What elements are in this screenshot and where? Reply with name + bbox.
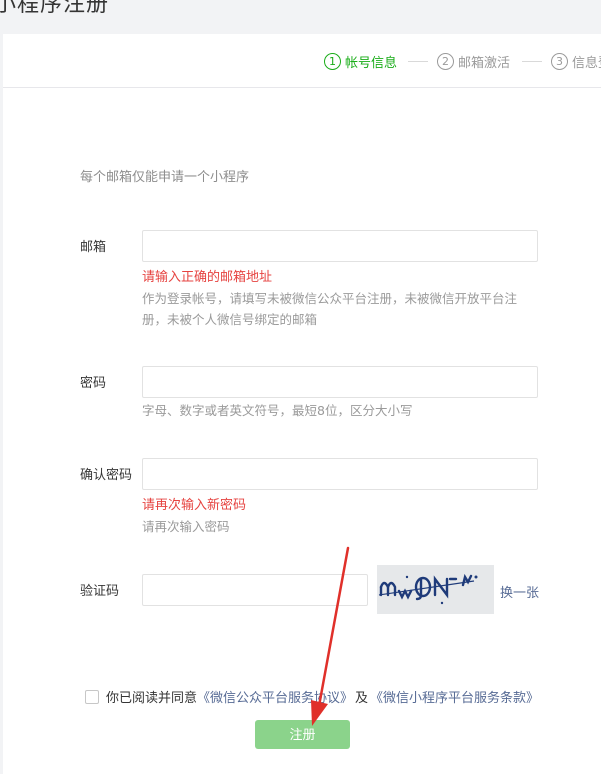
service-agreement-link[interactable]: 《微信公众平台服务协议》	[197, 687, 353, 706]
step-email-activation: 2 邮箱激活	[437, 51, 510, 71]
registration-card: 1 帐号信息 2 邮箱激活 3 信息登 每个邮箱仅能申请一个小程序 邮箱 请输入…	[3, 34, 601, 774]
captcha-input[interactable]	[142, 574, 368, 606]
password-hint: 字母、数字或者英文符号，最短8位，区分大小写	[142, 403, 413, 418]
agreement-middle: 及	[355, 691, 369, 706]
step-number: 1	[324, 52, 341, 70]
email-error: 请输入正确的邮箱地址	[142, 270, 273, 285]
password-input[interactable]	[142, 366, 538, 398]
email-hint: 作为登录帐号，请填写未被微信公众平台注册，未被微信开放平台注册，未被个人微信号绑…	[142, 291, 518, 327]
agreement-prefix: 你已阅读并同意	[106, 691, 198, 706]
email-label: 邮箱	[80, 240, 107, 255]
agreement-checkbox[interactable]	[85, 689, 99, 704]
refresh-captcha-link[interactable]: 换一张	[500, 582, 539, 601]
confirm-password-label: 确认密码	[80, 468, 133, 483]
agreement-row: 你已阅读并同意 《微信公众平台服务协议》 及 《微信小程序平台服务条款》	[85, 687, 539, 706]
step-indicator: 1 帐号信息 2 邮箱激活 3 信息登	[3, 34, 601, 88]
captcha-label: 验证码	[80, 584, 120, 599]
step-account-info: 1 帐号信息	[324, 51, 397, 71]
form-tip: 每个邮箱仅能申请一个小程序	[80, 170, 250, 185]
page-title: 小程序注册	[0, 0, 110, 17]
step-number: 2	[437, 52, 454, 70]
email-input[interactable]	[142, 230, 538, 262]
confirm-password-hint: 请再次输入密码	[142, 519, 230, 534]
captcha-image[interactable]	[377, 565, 494, 614]
confirm-password-input[interactable]	[142, 458, 538, 490]
confirm-password-error: 请再次输入新密码	[142, 498, 247, 513]
step-label: 信息登	[572, 55, 601, 71]
step-number: 3	[551, 52, 568, 70]
step-label: 邮箱激活	[458, 55, 511, 71]
password-label: 密码	[80, 376, 107, 391]
service-terms-link[interactable]: 《微信小程序平台服务条款》	[370, 687, 539, 706]
step-divider	[522, 61, 542, 62]
step-divider	[408, 61, 428, 62]
step-label: 帐号信息	[345, 55, 398, 71]
step-info-registration: 3 信息登	[551, 51, 601, 71]
register-button[interactable]: 注册	[255, 720, 350, 749]
